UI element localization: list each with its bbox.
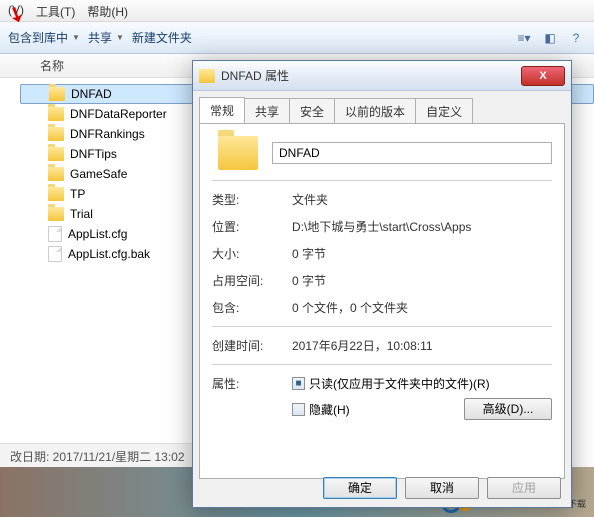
file-icon [48, 246, 62, 262]
menu-help[interactable]: 帮助(H) [87, 3, 128, 18]
titlebar[interactable]: DNFAD 属性 X [193, 61, 571, 91]
folder-icon [199, 69, 215, 83]
item-label: DNFTips [70, 147, 117, 161]
item-label: TP [70, 187, 85, 201]
file-icon [48, 226, 62, 242]
item-label: GameSafe [70, 167, 127, 181]
checkbox-readonly[interactable]: ■ 只读(仅应用于文件夹中的文件)(R) [292, 375, 552, 392]
item-label: DNFAD [71, 87, 112, 101]
properties-dialog: DNFAD 属性 X 常规共享安全以前的版本自定义 类型:文件夹 位置:D:\地… [192, 60, 572, 508]
folder-icon [48, 207, 64, 221]
toolbar: 包含到库中▼ 共享▼ 新建文件夹 ≡▾ ◧ ? [0, 22, 594, 54]
checkbox-icon [292, 403, 305, 416]
close-button[interactable]: X [521, 66, 565, 86]
folder-icon [48, 187, 64, 201]
folder-icon [48, 107, 64, 121]
folder-icon [49, 87, 65, 101]
status-bar: 改日期: 2017/11/21/星期二 13:02 [0, 443, 200, 467]
help-icon[interactable]: ? [566, 28, 586, 48]
cancel-button[interactable]: 取消 [405, 477, 479, 499]
tab-panel-general: 类型:文件夹 位置:D:\地下城与勇士\start\Cross\Apps 大小:… [199, 123, 565, 479]
label-contains: 包含: [212, 299, 292, 316]
folder-name-field[interactable] [272, 142, 552, 164]
menubar: (V) 工具(T) 帮助(H) [0, 0, 594, 22]
menu-tools[interactable]: 工具(T) [36, 3, 75, 18]
item-label: AppList.cfg [68, 227, 127, 241]
ok-button[interactable]: 确定 [323, 477, 397, 499]
checkbox-icon: ■ [292, 377, 305, 390]
tab-0[interactable]: 常规 [199, 97, 245, 123]
tab-2[interactable]: 安全 [289, 98, 335, 124]
toolbar-new-folder[interactable]: 新建文件夹 [132, 29, 192, 46]
tab-3[interactable]: 以前的版本 [334, 98, 416, 124]
toolbar-share[interactable]: 共享▼ [88, 29, 124, 46]
value-size: 0 字节 [292, 245, 552, 262]
checkbox-hidden[interactable]: 隐藏(H) [292, 401, 350, 418]
apply-button[interactable]: 应用 [487, 477, 561, 499]
label-size: 大小: [212, 245, 292, 262]
tab-1[interactable]: 共享 [244, 98, 290, 124]
toolbar-include-in-library[interactable]: 包含到库中▼ [8, 29, 80, 46]
item-label: DNFRankings [70, 127, 145, 141]
label-location: 位置: [212, 218, 292, 235]
dialog-title: DNFAD 属性 [221, 67, 521, 84]
tab-strip: 常规共享安全以前的版本自定义 [193, 91, 571, 123]
value-created: 2017年6月22日，10:08:11 [292, 337, 552, 354]
label-attributes: 属性: [212, 375, 292, 420]
value-size-on-disk: 0 字节 [292, 272, 552, 289]
folder-icon [218, 136, 258, 170]
item-label: AppList.cfg.bak [68, 247, 150, 261]
value-type: 文件夹 [292, 191, 552, 208]
column-name[interactable]: 名称 [40, 57, 64, 74]
item-label: Trial [70, 207, 93, 221]
preview-pane-icon[interactable]: ◧ [540, 28, 560, 48]
folder-icon [48, 167, 64, 181]
label-type: 类型: [212, 191, 292, 208]
advanced-button[interactable]: 高级(D)... [464, 398, 552, 420]
folder-icon [48, 147, 64, 161]
label-created: 创建时间: [212, 337, 292, 354]
item-label: DNFDataReporter [70, 107, 167, 121]
folder-icon [48, 127, 64, 141]
tab-4[interactable]: 自定义 [415, 98, 473, 124]
value-location: D:\地下城与勇士\start\Cross\Apps [292, 218, 552, 235]
label-size-on-disk: 占用空间: [212, 272, 292, 289]
value-contains: 0 个文件，0 个文件夹 [292, 299, 552, 316]
view-options-icon[interactable]: ≡▾ [514, 28, 534, 48]
